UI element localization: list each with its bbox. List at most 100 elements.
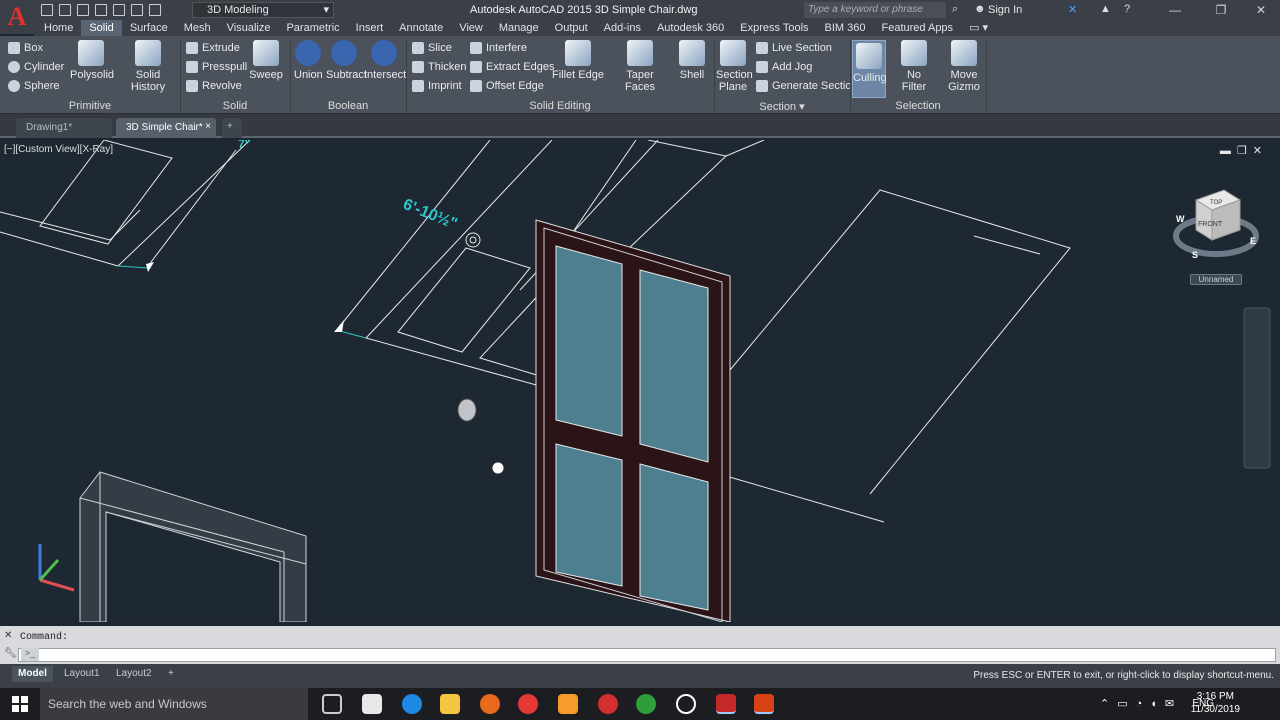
tab-featured-apps[interactable]: Featured Apps [874, 20, 962, 36]
section-panel-label[interactable]: Section ▾ [714, 100, 850, 113]
generate-section-button[interactable]: Generate Section [756, 80, 858, 92]
minimize-button[interactable]: — [1160, 2, 1190, 18]
close-button[interactable]: ✕ [1246, 2, 1276, 18]
tab-output[interactable]: Output [547, 20, 596, 36]
box-label: Box [24, 42, 43, 54]
autocad-taskbar-icon[interactable] [716, 694, 736, 714]
add-layout-button[interactable]: + [162, 666, 180, 682]
boolean-panel-label: Boolean [327, 100, 369, 112]
tab-solid[interactable]: Solid [81, 20, 122, 36]
tab-add-ins[interactable]: Add-ins [596, 20, 649, 36]
navigation-bar[interactable] [1243, 307, 1271, 469]
a360-icon[interactable]: ▲ [1100, 3, 1111, 15]
intersect-button[interactable]: Intersect [364, 40, 406, 81]
ucs-menu[interactable]: Unnamed [1190, 274, 1242, 285]
tab-home[interactable]: Home [36, 20, 81, 36]
chrome-icon[interactable] [518, 694, 538, 714]
close-cmd-icon[interactable]: ✕ [4, 630, 12, 641]
move-gizmo-button[interactable]: Move Gizmo [944, 40, 984, 93]
tab-bim-360[interactable]: BIM 360 [817, 20, 874, 36]
layout-tab-layout2[interactable]: Layout2 [110, 666, 158, 682]
file-explorer-icon[interactable] [440, 694, 460, 714]
customize-icon[interactable]: 🔧︎ [4, 648, 17, 659]
tab-express-tools[interactable]: Express Tools [732, 20, 816, 36]
new-tab-button[interactable]: + [222, 118, 242, 138]
open-icon[interactable] [59, 4, 71, 16]
obs-icon[interactable] [676, 694, 696, 714]
task-view-icon[interactable] [322, 694, 342, 714]
ribbon-options-icon[interactable]: ▭ ▾ [961, 20, 996, 36]
file-tab-drawing1[interactable]: Drawing1* [16, 118, 112, 138]
store-icon[interactable] [362, 694, 382, 714]
tab-autodesk-360[interactable]: Autodesk 360 [649, 20, 732, 36]
start-button[interactable] [0, 688, 40, 720]
new-icon[interactable] [41, 4, 53, 16]
clock[interactable]: 3:16 PM 11/30/2019 [1191, 690, 1240, 716]
tab-insert[interactable]: Insert [348, 20, 392, 36]
slice-button[interactable]: Slice [412, 42, 452, 54]
imprint-button[interactable]: Imprint [412, 80, 462, 92]
file-tab-3d-simple-chair[interactable]: 3D Simple Chair* × [116, 118, 216, 138]
offset-edge-button[interactable]: Offset Edge [470, 80, 544, 92]
add-jog-button[interactable]: Add Jog [756, 61, 812, 73]
tab-visualize[interactable]: Visualize [219, 20, 279, 36]
firefox-icon[interactable] [480, 694, 500, 714]
box-button[interactable]: Box [8, 42, 43, 54]
exchange-icon[interactable]: ✕ [1068, 3, 1077, 16]
extract-edges-button[interactable]: Extract Edges [470, 61, 554, 73]
workspace-dropdown[interactable]: 3D Modeling ▾ [192, 2, 334, 18]
union-button[interactable]: Union [294, 40, 323, 81]
drawing-viewport[interactable]: 6'-10½" 7" TOP FRONT W E S Unnamed [−][C… [0, 140, 1280, 622]
app-menu-button[interactable]: A [0, 0, 34, 34]
opera-icon[interactable] [598, 694, 618, 714]
help-icon[interactable]: ? [1124, 3, 1130, 15]
interfere-button[interactable]: Interfere [470, 42, 527, 54]
edge-icon[interactable] [402, 694, 422, 714]
search-icon[interactable]: ⌕ [952, 3, 958, 16]
tab-surface[interactable]: Surface [122, 20, 176, 36]
search-input[interactable]: Type a keyword or phrase [804, 2, 946, 18]
green-app-icon[interactable] [636, 694, 656, 714]
taskbar-search[interactable]: Search the web and Windows [40, 688, 308, 720]
viewport-controls-label[interactable]: [−][Custom View][X-Ray] [4, 144, 113, 155]
no-filter-button[interactable]: No Filter [894, 40, 934, 93]
powerpoint-icon[interactable] [754, 694, 774, 714]
command-input[interactable]: >_ [18, 648, 1276, 662]
undo-icon[interactable] [131, 4, 143, 16]
live-section-button[interactable]: Live Section [756, 42, 832, 54]
app-icon[interactable] [558, 694, 578, 714]
layout-tab-model[interactable]: Model [12, 666, 53, 682]
save-icon[interactable] [77, 4, 89, 16]
shell-button[interactable]: Shell [676, 40, 708, 81]
tab-parametric[interactable]: Parametric [278, 20, 347, 36]
presspull-button[interactable]: Presspull [186, 61, 247, 73]
tab-view[interactable]: View [451, 20, 491, 36]
extrude-button[interactable]: Extrude [186, 42, 240, 54]
section-plane-button[interactable]: Section Plane [716, 40, 753, 93]
culling-button[interactable]: Culling [852, 40, 887, 98]
sphere-button[interactable]: Sphere [8, 80, 59, 92]
layout-tab-layout1[interactable]: Layout1 [58, 666, 106, 682]
tab-annotate[interactable]: Annotate [391, 20, 451, 36]
maximize-button[interactable]: ❐ [1206, 2, 1236, 18]
polysolid-button[interactable]: Polysolid [70, 40, 114, 81]
thicken-button[interactable]: Thicken [412, 61, 467, 73]
sweep-button[interactable]: Sweep [248, 40, 284, 81]
close-tab-icon[interactable]: × [205, 121, 211, 132]
solid-history-button[interactable]: Solid History [118, 40, 178, 93]
subtract-button[interactable]: Subtract [326, 40, 367, 81]
fillet-edge-button[interactable]: Fillet Edge [552, 40, 604, 81]
command-prompt-icon[interactable]: >_ [21, 648, 39, 661]
system-tray-icons[interactable]: ⌃▭◔◖✉ [1100, 697, 1182, 710]
taper-faces-button[interactable]: Taper Faces [612, 40, 668, 93]
sign-in-button[interactable]: Sign In [988, 4, 1022, 16]
tab-mesh[interactable]: Mesh [176, 20, 219, 36]
viewport-window-controls[interactable]: ▬❐✕ [1220, 144, 1268, 157]
plot-icon[interactable] [113, 4, 125, 16]
redo-icon[interactable] [149, 4, 161, 16]
revolve-button[interactable]: Revolve [186, 80, 242, 92]
drawing-canvas[interactable]: 6'-10½" 7" TOP FRONT W E S [0, 140, 1280, 622]
save-as-icon[interactable] [95, 4, 107, 16]
tab-manage[interactable]: Manage [491, 20, 547, 36]
cylinder-button[interactable]: Cylinder [8, 61, 64, 73]
